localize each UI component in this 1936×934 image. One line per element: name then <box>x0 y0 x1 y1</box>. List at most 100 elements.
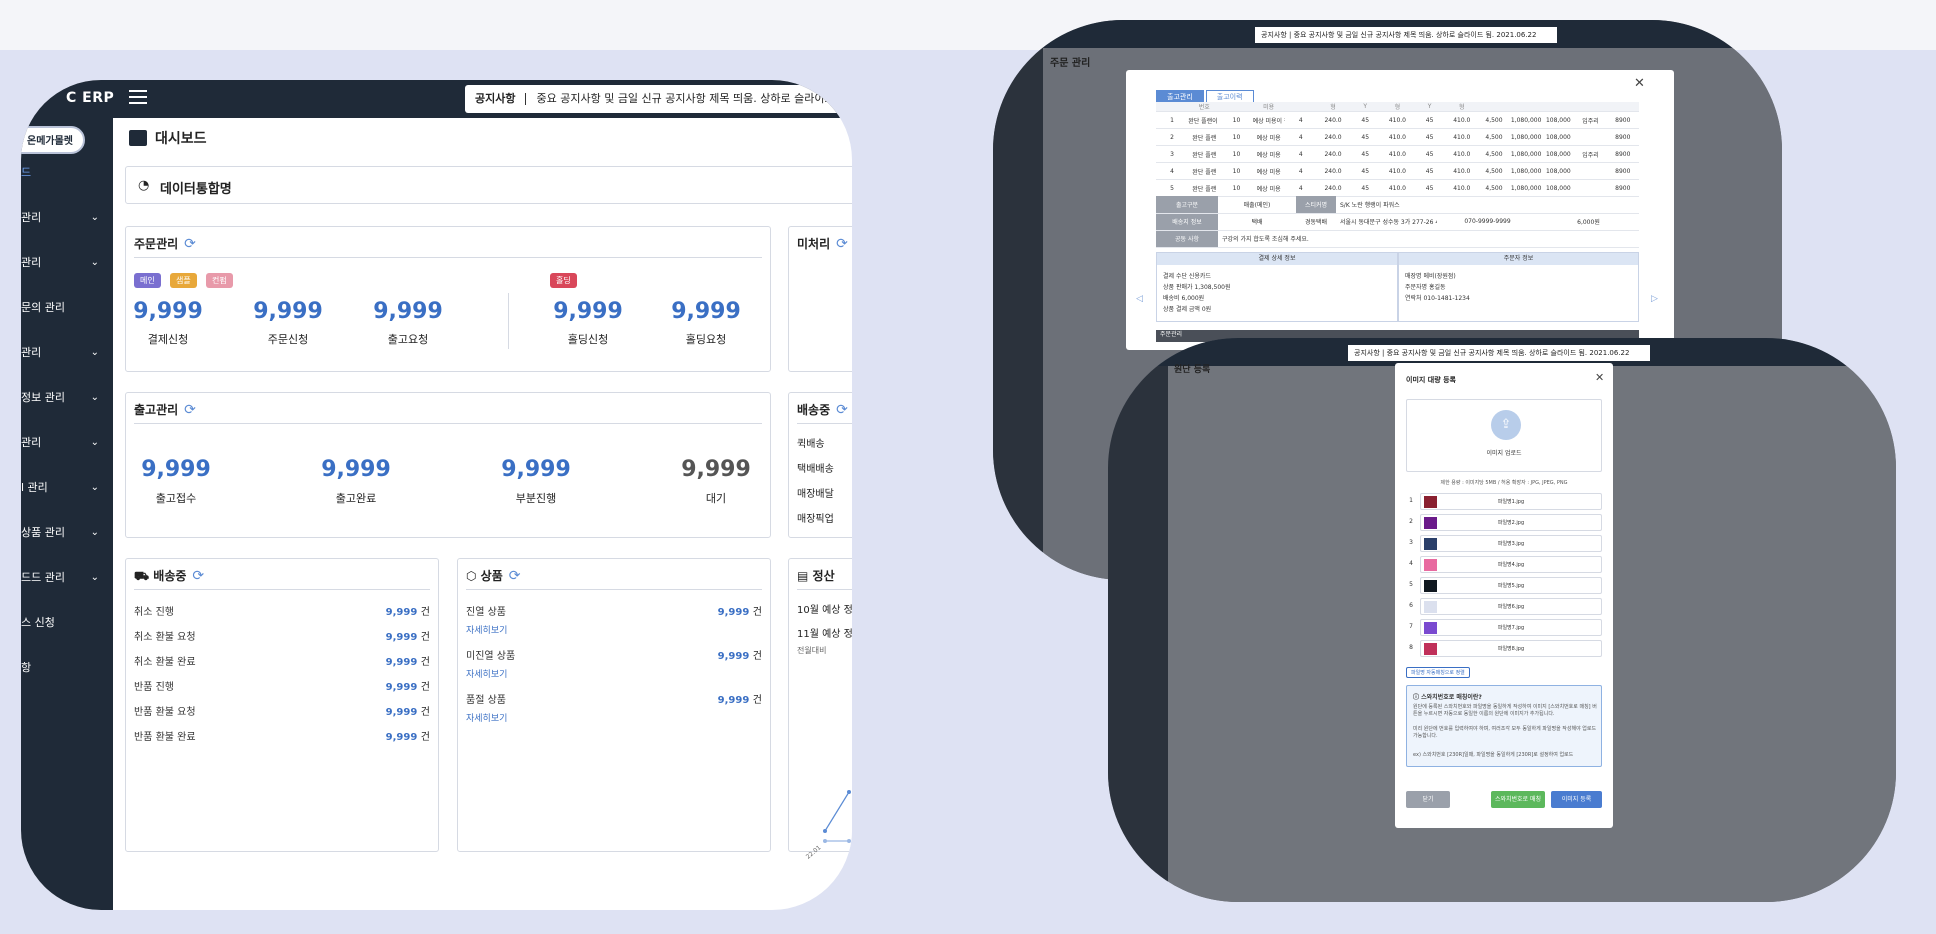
more-link[interactable]: 자세히보기 <box>466 667 507 680</box>
row-label: 취소 환불 완료 <box>134 657 196 668</box>
sidebar-item[interactable]: 관리 ⌄ <box>21 253 113 273</box>
table-row[interactable]: 5 완단 플랜 10 예상 미용 4 240.0 45 410.0 45 410.0 4,500 1,… <box>1156 179 1639 197</box>
file-row[interactable]: 2 파일명2.jpg <box>1406 512 1602 533</box>
app-header: 공지사항 | 중요 공지사항 및 금일 신규 공지사항 제목 띄움. 상하로 슬… <box>993 20 1782 48</box>
field-value: 경동택배 <box>1296 213 1336 231</box>
unit-label: 건 <box>420 632 430 643</box>
order-info-table: 출고구분 매출(메인) 스티커명 S/K 노란 행랭이 파워스 배송지 정보 택… <box>1156 196 1639 248</box>
file-row[interactable]: 3 파일명3.jpg <box>1406 533 1602 554</box>
file-name: 파일명8.jpg <box>1497 646 1525 652</box>
notice-ticker[interactable]: 공지사항 | 중요 공지사항 및 금일 신규 공지사항 제목 띄움. 상하로 슬… <box>1255 27 1557 43</box>
prev-arrow-icon[interactable]: ◁ <box>1136 294 1143 304</box>
field-value: 매출(메인) <box>1218 196 1296 214</box>
table-cell <box>1574 179 1607 197</box>
divider <box>466 589 762 590</box>
refresh-icon[interactable]: ⟳ <box>184 236 196 252</box>
sidebar-item[interactable]: 정보 관리 ⌄ <box>21 388 113 408</box>
sidebar-item[interactable]: 상품 관리 ⌄ <box>21 523 113 543</box>
row-value: 9,999 건 <box>385 632 430 643</box>
refresh-icon[interactable]: ⟳ <box>192 568 204 584</box>
stat-value[interactable]: 9,999 <box>240 299 336 324</box>
file-field[interactable]: 파일명2.jpg <box>1420 514 1602 531</box>
sidebar-item[interactable]: 관리 ⌄ <box>21 208 113 228</box>
more-link[interactable]: 자세히보기 <box>466 711 507 724</box>
shipping-row[interactable]: 반품 진행 9,999 건 <box>134 678 430 693</box>
menu-icon[interactable] <box>129 90 147 104</box>
refresh-icon[interactable]: ⟳ <box>509 568 521 584</box>
sidebar-item-label: 관리 <box>21 436 42 449</box>
series-line <box>824 791 850 832</box>
table-cell: 3 <box>1156 145 1189 163</box>
file-field[interactable]: 파일명4.jpg <box>1420 556 1602 573</box>
sidebar-item[interactable]: 관리 ⌄ <box>21 433 113 453</box>
file-field[interactable]: 파일명1.jpg <box>1420 493 1602 510</box>
file-row[interactable]: 5 파일명5.jpg <box>1406 575 1602 596</box>
refresh-icon[interactable]: ⟳ <box>836 402 848 418</box>
auto-match-button[interactable]: 파일명 자동매칭으로 정렬 <box>1406 667 1470 678</box>
close-icon[interactable]: ✕ <box>1595 371 1604 384</box>
store-select-button[interactable]: 온메가몰렛 <box>21 126 85 154</box>
sidebar-item-label: 스 신청 <box>21 616 55 629</box>
info-line: 배송비 6,000원 <box>1163 295 1205 302</box>
file-field[interactable]: 파일명8.jpg <box>1420 640 1602 657</box>
field-value: 구강의 가지 합도록 조심해 주세요. <box>1218 230 1639 248</box>
stat-value[interactable]: 9,999 <box>658 299 754 324</box>
data-summary-card: ◔ 데이터통합명 <box>125 166 852 204</box>
file-row[interactable]: 1 파일명1.jpg <box>1406 491 1602 512</box>
next-arrow-icon[interactable]: ▷ <box>1651 294 1658 304</box>
upload-dropzone[interactable]: ⇪ 이미지 업로드 <box>1406 399 1602 472</box>
refresh-icon[interactable]: ⟳ <box>184 402 196 418</box>
file-field[interactable]: 파일명6.jpg <box>1420 598 1602 615</box>
table-row[interactable]: 1완단 플랜이 잘려지면 ...10예상 미용이 잘린...4240.04541… <box>1156 111 1639 129</box>
shipping-row[interactable]: 취소 환불 완료 9,999 건 <box>134 653 430 668</box>
delivery-type-item: 택배배송 <box>797 464 834 475</box>
info-text: 원단에 등록된 스와치번호와 파일명을 동일하게 작성하여 이미지 [스와치번호… <box>1413 704 1597 717</box>
shipping-row[interactable]: 반품 환불 요청 9,999 건 <box>134 703 430 718</box>
shipping-row[interactable]: 취소 진행 9,999 건 <box>134 603 430 618</box>
sidebar-item[interactable]: 스 신청 <box>21 613 113 633</box>
table-row[interactable]: 2 완단 플랜 10 예상 미용 4 240.0 45 410.0 45 410.0 4,500 1,… <box>1156 128 1639 146</box>
stat-value[interactable]: 9,999 <box>488 457 584 482</box>
sidebar-item[interactable]: 항 <box>21 658 113 678</box>
file-field[interactable]: 파일명5.jpg <box>1420 577 1602 594</box>
notice-ticker[interactable]: 공지사항 중요 공지사항 및 금일 신규 공지사항 제목 띄움. 상하로 슬라이드 <box>465 85 852 113</box>
stat-value[interactable]: 9,999 <box>668 457 764 482</box>
register-image-button[interactable]: 이미지 등록 <box>1551 791 1602 808</box>
more-link[interactable]: 자세히보기 <box>466 623 507 636</box>
file-row[interactable]: 8 파일명8.jpg <box>1406 638 1602 659</box>
sidebar-item[interactable]: 드드 관리 ⌄ <box>21 568 113 588</box>
table-cell: 1,080,000 <box>1510 179 1543 197</box>
sidebar-item[interactable]: 관리 ⌄ <box>21 343 113 363</box>
table-cell: 45 <box>1413 145 1446 163</box>
shipping-row[interactable]: 반품 환불 완료 9,999 건 <box>134 728 430 743</box>
table-row[interactable]: 4 완단 플랜 10 예상 미용 4 240.0 45 410.0 45 410.0 4,500 1,… <box>1156 162 1639 180</box>
table-row[interactable]: 3 완단 플랜 10 예상 미용 4 240.0 45 410.0 45 410.0 4,500 1,… <box>1156 145 1639 163</box>
file-row[interactable]: 4 파일명4.jpg <box>1406 554 1602 575</box>
stat-value[interactable]: 9,999 <box>540 299 636 324</box>
close-icon[interactable]: ✕ <box>1634 76 1645 91</box>
row-value: 9,999 건 <box>717 695 762 706</box>
shipping-row[interactable]: 취소 환불 요청 9,999 건 <box>134 628 430 643</box>
refresh-icon[interactable]: ⟳ <box>836 236 848 252</box>
table-cell: 410.0 <box>1445 179 1478 197</box>
stat-value[interactable]: 9,999 <box>120 299 216 324</box>
stat-value[interactable]: 9,999 <box>308 457 404 482</box>
sidebar-item[interactable]: l 관리 ⌄ <box>21 478 113 498</box>
file-row[interactable]: 6 파일명6.jpg <box>1406 596 1602 617</box>
swatch-match-button[interactable]: 스와치번호로 매칭 <box>1491 791 1545 808</box>
file-field[interactable]: 파일명3.jpg <box>1420 535 1602 552</box>
sidebar-item[interactable]: 문의 관리 <box>21 298 113 318</box>
chevron-down-icon: ⌄ <box>90 257 99 268</box>
notice-ticker[interactable]: 공지사항 | 중요 공지사항 및 금일 신규 공지사항 제목 띄움. 상하로 슬… <box>1348 345 1650 361</box>
table-cell <box>1574 162 1607 180</box>
table-cell: 완단 플랜이 잘려지면 ... <box>1188 111 1221 129</box>
settle-row: 10월 예상 정 <box>797 605 852 616</box>
stat-value[interactable]: 9,999 <box>360 299 456 324</box>
file-row[interactable]: 7 파일명7.jpg <box>1406 617 1602 638</box>
table-cell: 410.0 <box>1381 145 1414 163</box>
stat-value[interactable]: 9,999 <box>128 457 224 482</box>
column-header <box>1510 102 1543 112</box>
file-field[interactable]: 파일명7.jpg <box>1420 619 1602 636</box>
sidebar-item[interactable]: 드 <box>21 163 113 183</box>
close-button[interactable]: 닫기 <box>1406 791 1450 808</box>
